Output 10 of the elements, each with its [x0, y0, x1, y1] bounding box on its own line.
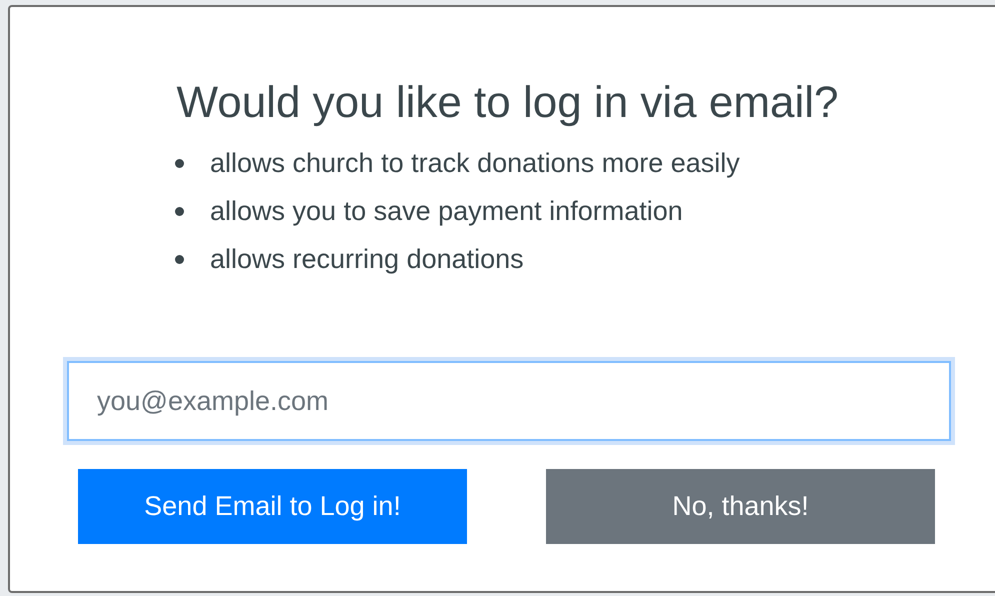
- bullet-icon: [175, 254, 184, 264]
- bullet-icon: [175, 206, 184, 216]
- bullet-icon: [175, 158, 184, 168]
- send-email-button[interactable]: Send Email to Log in!: [78, 469, 467, 544]
- benefit-text: allows recurring donations: [210, 244, 524, 274]
- email-field[interactable]: you@example.com: [67, 361, 951, 441]
- benefit-text: allows church to track donations more easily: [210, 148, 740, 178]
- dialog-title: Would you like to log in via email?: [176, 77, 840, 129]
- benefit-text: allows you to save payment information: [210, 196, 683, 226]
- decline-button[interactable]: No, thanks!: [546, 469, 935, 544]
